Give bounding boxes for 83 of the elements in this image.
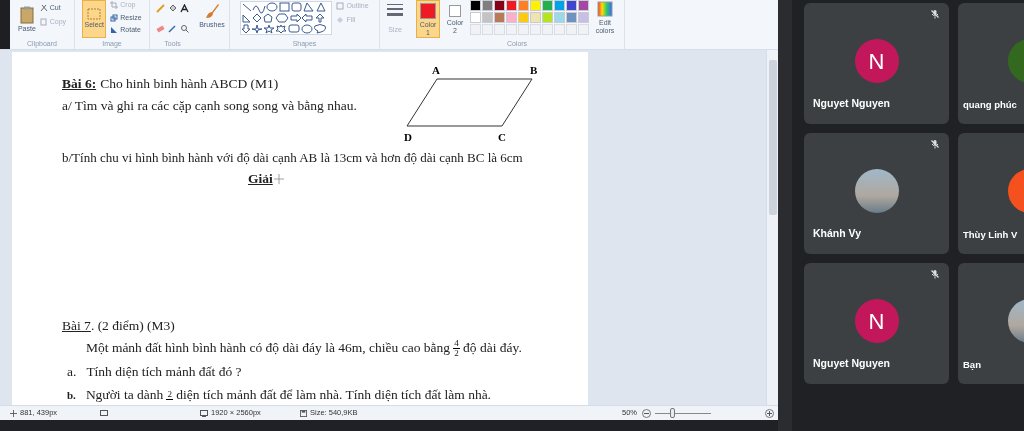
palette-swatch[interactable] xyxy=(482,12,493,23)
participant-tile[interactable]: quang phúc xyxy=(958,3,1024,124)
exercise-title: Cho hinh binh hành ABCD (M1) xyxy=(100,74,279,93)
fill-bucket-icon xyxy=(168,4,177,13)
participant-tile[interactable]: N Nguyet Nguyen xyxy=(804,3,949,124)
palette-swatch[interactable] xyxy=(506,12,517,23)
copy-icon xyxy=(39,17,48,26)
shapes-gallery[interactable] xyxy=(240,1,333,35)
question-text: Tính diện tích mảnh đất đó ? xyxy=(86,362,242,381)
question-text: Người ta dành xyxy=(85,385,164,404)
palette-swatch[interactable] xyxy=(494,12,505,23)
palette-swatch[interactable] xyxy=(566,12,577,23)
palette-swatch[interactable] xyxy=(494,0,505,11)
participant-tile[interactable]: Khánh Vy xyxy=(804,133,949,254)
fraction-numerator: 4 xyxy=(454,338,459,348)
palette-swatch[interactable] xyxy=(530,0,541,11)
fraction-denominator: 2 xyxy=(454,348,459,358)
palette-swatch[interactable] xyxy=(578,12,589,23)
palette-swatch[interactable] xyxy=(554,12,565,23)
exercise-title: . (2 điểm) (M3) xyxy=(90,317,175,335)
plus-icon xyxy=(767,410,772,416)
participant-tile[interactable]: Thùy Linh V xyxy=(958,133,1024,254)
pencil-icon xyxy=(156,4,165,13)
scrollbar-thumb[interactable] xyxy=(768,60,777,215)
muted-microphone-icon xyxy=(930,9,940,19)
participant-name: Thùy Linh V xyxy=(963,227,1018,242)
palette-swatch[interactable] xyxy=(530,12,541,23)
palette-swatch[interactable] xyxy=(506,0,517,11)
resize-icon xyxy=(110,13,119,22)
palette-swatch[interactable] xyxy=(518,12,529,23)
question-text: a/ Tìm và ghi ra các cặp cạnh song song và bằng nhau. xyxy=(62,97,358,115)
participant-tile[interactable]: Bạn xyxy=(958,263,1024,384)
muted-microphone-icon xyxy=(930,139,940,149)
participant-name: quang phúc xyxy=(963,97,1017,112)
participant-name: Nguyet Nguyen xyxy=(813,356,890,372)
palette-swatch[interactable] xyxy=(542,0,553,11)
window-border xyxy=(0,0,10,49)
clipboard-icon xyxy=(19,5,34,24)
scrollbar[interactable] xyxy=(766,50,778,405)
muted-microphone-icon xyxy=(930,269,940,279)
question-text: Một mảnh đất hình bình hành có độ dài đáy là 46m, chiều cao bằng xyxy=(86,339,451,358)
participant-name: Bạn xyxy=(963,357,981,372)
solution-heading: Giải xyxy=(248,169,273,188)
palette-swatch[interactable] xyxy=(578,0,589,11)
cursor-icon xyxy=(273,173,284,184)
minus-icon xyxy=(644,410,649,416)
palette-swatch[interactable] xyxy=(470,12,481,23)
rainbow-icon xyxy=(597,1,613,17)
brush-icon xyxy=(203,2,221,20)
palette-swatch[interactable] xyxy=(482,0,493,11)
crosshair-icon xyxy=(10,409,17,417)
participant-name: Nguyet Nguyen xyxy=(813,96,890,112)
zoom-in-button[interactable] xyxy=(765,408,774,418)
palette-swatch[interactable] xyxy=(542,12,553,23)
palette-swatch[interactable] xyxy=(470,0,481,11)
fill-icon xyxy=(336,15,345,24)
eraser-icon xyxy=(156,23,165,33)
line-width-icon xyxy=(386,3,404,17)
participant-tile[interactable]: N Nguyet Nguyen xyxy=(804,263,949,384)
fraction-numerator: 2 xyxy=(167,389,173,399)
rotate-icon xyxy=(110,26,119,35)
magnifier-icon xyxy=(180,23,189,33)
image-size-icon xyxy=(200,409,208,417)
participant-name: Khánh Vy xyxy=(813,226,862,242)
list-marker: a. xyxy=(67,362,77,381)
crop-icon xyxy=(110,1,119,10)
scissors-icon xyxy=(39,4,48,13)
palette-swatch[interactable] xyxy=(554,0,565,11)
photo-placeholder xyxy=(854,169,899,213)
list-marker: b. xyxy=(67,387,76,403)
color-picker-icon xyxy=(168,23,177,33)
palette-swatch[interactable] xyxy=(566,0,577,11)
question-text: độ dài đáy. xyxy=(463,339,522,358)
selection-size-icon xyxy=(100,409,108,417)
question-text: b/Tính chu vi hình bình hành với độ dài cạnh AB là 13cm và hơn độ dài cạnh BC là 6cm xyxy=(62,149,524,167)
exercise-label: Bài 6: xyxy=(62,74,97,93)
palette-swatch[interactable] xyxy=(518,0,529,11)
outline-icon xyxy=(336,2,345,11)
selection-icon xyxy=(87,7,102,20)
zoom-slider-thumb[interactable] xyxy=(669,407,675,418)
exercise-label: Bài 7 xyxy=(62,317,91,335)
question-text: diện tích mảnh đất để làm nhà. Tính diện tích đất làm nhà. xyxy=(176,385,491,404)
text-tool-icon xyxy=(180,4,189,13)
